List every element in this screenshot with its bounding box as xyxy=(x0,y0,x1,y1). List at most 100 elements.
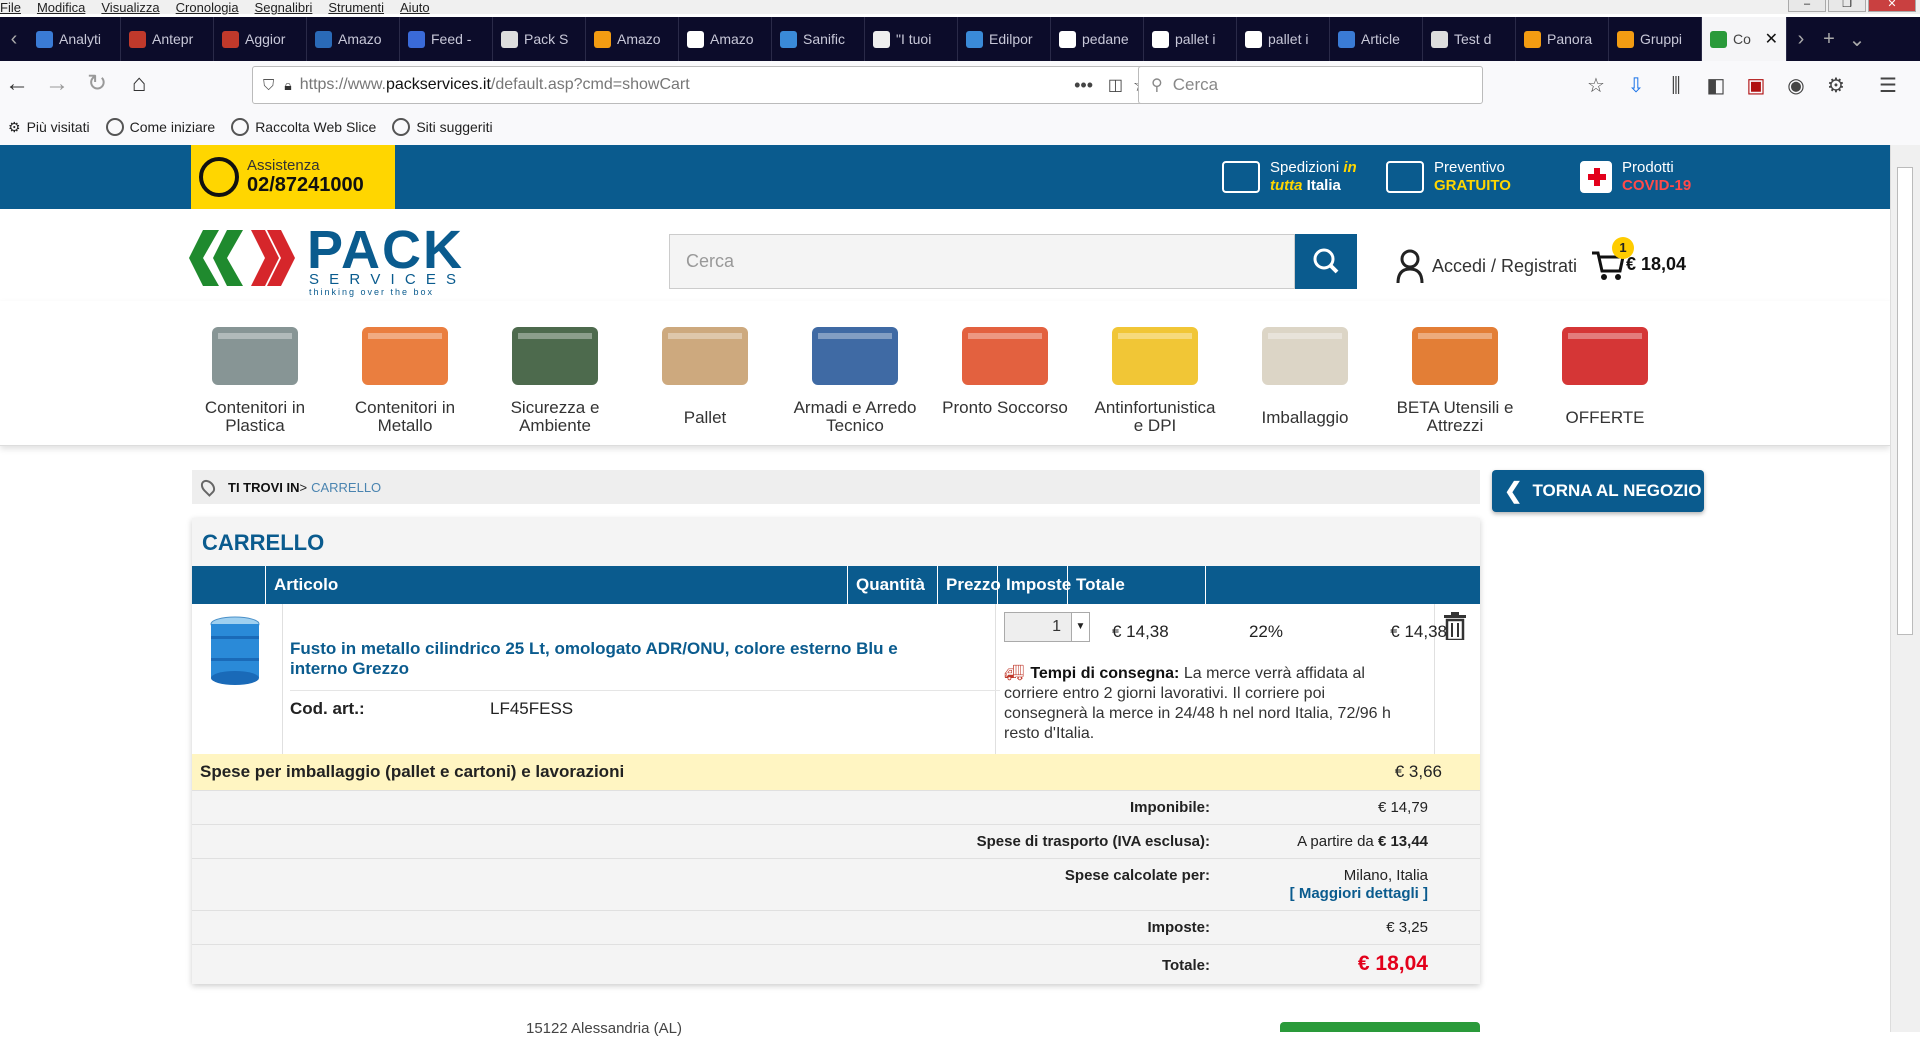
close-tab-icon[interactable]: ✕ xyxy=(1765,29,1778,49)
browser-tab[interactable]: Pack S xyxy=(493,17,586,61)
quantity-select[interactable]: 1 ▼ xyxy=(1004,612,1090,642)
browser-tab[interactable]: "I tuoi xyxy=(865,17,958,61)
pdf-extension-icon[interactable]: ▣ xyxy=(1743,73,1769,99)
globe-icon xyxy=(231,118,250,136)
lock-icon[interactable]: 🔒︎ xyxy=(284,77,291,94)
browser-tab[interactable]: Test d xyxy=(1423,17,1516,61)
url-bar[interactable]: ⛉ 🔒︎ https://www.packservices.it/default… xyxy=(252,66,1158,104)
url-text[interactable]: https://www.packservices.it/default.asp?… xyxy=(300,76,690,94)
reader-list-icon[interactable]: ☆ xyxy=(1583,73,1609,99)
product-image[interactable] xyxy=(206,614,264,686)
browser-tab[interactable]: pedane xyxy=(1051,17,1144,61)
category-item[interactable]: Sicurezza e Ambiente xyxy=(480,319,630,435)
bookmark-most-visited[interactable]: ⚙ Più visitati xyxy=(8,119,90,136)
back-to-shop-button[interactable]: ❮ TORNA AL NEGOZIO xyxy=(1492,470,1704,512)
forward-icon[interactable]: → xyxy=(42,69,72,99)
bookmark-web-slice[interactable]: Raccolta Web Slice xyxy=(231,118,376,136)
category-item[interactable]: BETA Utensili e Attrezzi xyxy=(1380,319,1530,435)
shipping-feature[interactable]: Spedizioni in tutta Italia xyxy=(1222,159,1357,195)
category-item[interactable]: OFFERTE xyxy=(1530,319,1680,427)
browser-tab[interactable]: Analyti xyxy=(28,17,121,61)
downloads-icon[interactable]: ⇩ xyxy=(1623,73,1649,99)
bookmarks-bar: ⚙ Più visitati Come iniziare Raccolta Web… xyxy=(0,109,1920,145)
browser-tab[interactable]: Panora xyxy=(1516,17,1609,61)
browser-tab[interactable]: pallet i xyxy=(1144,17,1237,61)
home-icon[interactable]: ⌂ xyxy=(124,69,154,99)
settings-extension-icon[interactable]: ⚙ xyxy=(1823,73,1849,99)
browser-tab[interactable]: Amazo xyxy=(586,17,679,61)
site-search-button[interactable] xyxy=(1295,234,1357,289)
shield-icon[interactable]: ⛉ xyxy=(263,77,274,94)
bookmark-label: Raccolta Web Slice xyxy=(255,119,377,135)
library-icon[interactable]: ⫼ xyxy=(1663,73,1689,99)
new-tab-icon[interactable]: + xyxy=(1815,28,1843,51)
category-item[interactable]: Imballaggio xyxy=(1230,319,1380,427)
category-item[interactable]: Contenitori in Metallo xyxy=(330,319,480,435)
quote-feature[interactable]: Preventivo GRATUITO xyxy=(1386,159,1511,195)
bookmark-suggested-sites[interactable]: Siti suggeriti xyxy=(392,118,493,136)
tab-favicon-icon xyxy=(501,30,518,48)
tab-scroll-right-icon[interactable]: › xyxy=(1787,28,1815,51)
cart-link[interactable]: 1 € 18,04 xyxy=(1592,237,1686,281)
browser-tab[interactable]: pallet i xyxy=(1237,17,1330,61)
account-extension-icon[interactable]: ◉ xyxy=(1783,73,1809,99)
category-item[interactable]: Pallet xyxy=(630,319,780,427)
assistance-box[interactable]: Assistenza 02/87241000 xyxy=(191,145,395,209)
browser-tab[interactable]: Amazo xyxy=(679,17,772,61)
search-icon: ⚲ xyxy=(1151,77,1163,94)
browser-tab[interactable]: Gruppi xyxy=(1609,17,1702,61)
restore-icon[interactable]: ❐ xyxy=(1828,0,1866,12)
bookmark-getting-started[interactable]: Come iniziare xyxy=(105,118,215,136)
tab-scroll-left-icon[interactable]: ‹ xyxy=(0,28,28,51)
menu-strumenti[interactable]: Strumenti xyxy=(328,1,384,14)
product-name-link[interactable]: Fusto in metallo cilindrico 25 Lt, omolo… xyxy=(290,639,950,679)
browser-tab[interactable]: Sanific xyxy=(772,17,865,61)
reload-icon[interactable]: ↻ xyxy=(82,69,112,99)
category-item[interactable]: Contenitori in Plastica xyxy=(180,319,330,435)
browser-tab[interactable]: Article xyxy=(1330,17,1423,61)
page-scrollbar[interactable] xyxy=(1890,145,1920,1032)
menu-aiuto[interactable]: Aiuto xyxy=(400,1,430,14)
close-window-icon[interactable]: ✕ xyxy=(1868,0,1916,12)
browser-tab[interactable]: Amazo xyxy=(307,17,400,61)
product-code-label: Cod. art.: xyxy=(290,699,365,718)
more-details-link[interactable]: [ Maggiori dettagli ] xyxy=(1290,885,1428,902)
pocket-icon[interactable]: ◫ xyxy=(1108,75,1123,95)
covid-products-feature[interactable]: Prodotti COVID-19 xyxy=(1580,159,1691,195)
column-total: Totale xyxy=(1068,566,1206,604)
hamburger-menu-icon[interactable]: ☰ xyxy=(1875,73,1901,99)
menu-cronologia[interactable]: Cronologia xyxy=(176,1,239,14)
footer-green-button[interactable] xyxy=(1280,1022,1480,1032)
browser-tab[interactable]: Co ✕ xyxy=(1702,17,1787,61)
browser-tab[interactable]: Antepr xyxy=(121,17,214,61)
tab-list-icon[interactable]: ⌄ xyxy=(1843,27,1871,52)
trash-icon[interactable] xyxy=(1444,612,1466,642)
sidebar-icon[interactable]: ◧ xyxy=(1703,73,1729,99)
account-label: Accedi / Registrati xyxy=(1432,255,1578,276)
summary-row-imponibile: Imponibile: € 14,79 xyxy=(192,790,1480,824)
menu-file[interactable]: File xyxy=(0,1,21,14)
site-search-input[interactable]: Cerca xyxy=(669,234,1295,289)
assistance-phone[interactable]: 02/87241000 xyxy=(247,174,364,197)
browser-tab[interactable]: Aggior xyxy=(214,17,307,61)
feature-text: Spedizioni xyxy=(1270,159,1344,176)
scrollbar-thumb[interactable] xyxy=(1897,167,1913,635)
category-item[interactable]: Armadi e Arredo Tecnico xyxy=(780,319,930,435)
page-actions-icon[interactable]: ••• xyxy=(1074,75,1093,96)
browser-tab[interactable]: Edilpor xyxy=(958,17,1051,61)
minimize-icon[interactable]: – xyxy=(1788,0,1826,12)
breadcrumb-current[interactable]: CARRELLO xyxy=(311,480,381,495)
category-item[interactable]: Pronto Soccorso xyxy=(930,319,1080,417)
menu-visualizza[interactable]: Visualizza xyxy=(101,1,159,14)
gear-icon: ⚙ xyxy=(8,118,21,135)
browser-tab[interactable]: Feed - xyxy=(400,17,493,61)
account-link[interactable]: Accedi / Registrati xyxy=(1396,249,1578,284)
browser-search-input[interactable]: ⚲ Cerca xyxy=(1138,66,1483,104)
chevron-down-icon[interactable]: ▼ xyxy=(1071,613,1089,641)
column-actions xyxy=(1206,566,1480,604)
menu-modifica[interactable]: Modifica xyxy=(37,1,85,14)
pack-services-logo[interactable]: PACK S E R V I C E S thinking over the b… xyxy=(189,220,489,297)
menu-segnalibri[interactable]: Segnalibri xyxy=(255,1,313,14)
category-item[interactable]: Antinfortunistica e DPI xyxy=(1080,319,1230,435)
back-icon[interactable]: ← xyxy=(2,69,32,99)
